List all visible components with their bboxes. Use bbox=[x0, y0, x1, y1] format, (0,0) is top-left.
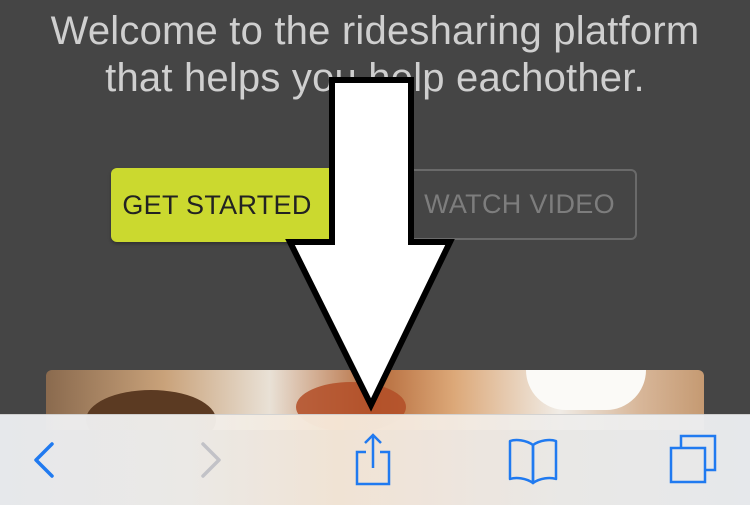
hero-title-line-2: that helps you help eachother. bbox=[105, 56, 645, 100]
get-started-button[interactable]: GET STARTED bbox=[111, 168, 343, 242]
chevron-left-icon bbox=[34, 442, 54, 478]
share-icon bbox=[355, 433, 391, 486]
browser-toolbar bbox=[0, 414, 750, 505]
chevron-right-icon bbox=[201, 442, 221, 478]
bookmarks-button[interactable] bbox=[488, 415, 578, 505]
tabs-icon bbox=[669, 434, 717, 484]
book-icon bbox=[508, 438, 558, 485]
hero-title-line-1: Welcome to the ridesharing platform bbox=[50, 9, 700, 53]
back-button[interactable] bbox=[0, 415, 90, 505]
hero-title: Welcome to the ridesharing platform that… bbox=[0, 8, 750, 102]
forward-button[interactable] bbox=[165, 415, 255, 505]
tabs-button[interactable] bbox=[648, 415, 738, 505]
share-button[interactable] bbox=[328, 415, 418, 505]
watch-video-button[interactable]: WATCH VIDEO bbox=[388, 169, 637, 240]
